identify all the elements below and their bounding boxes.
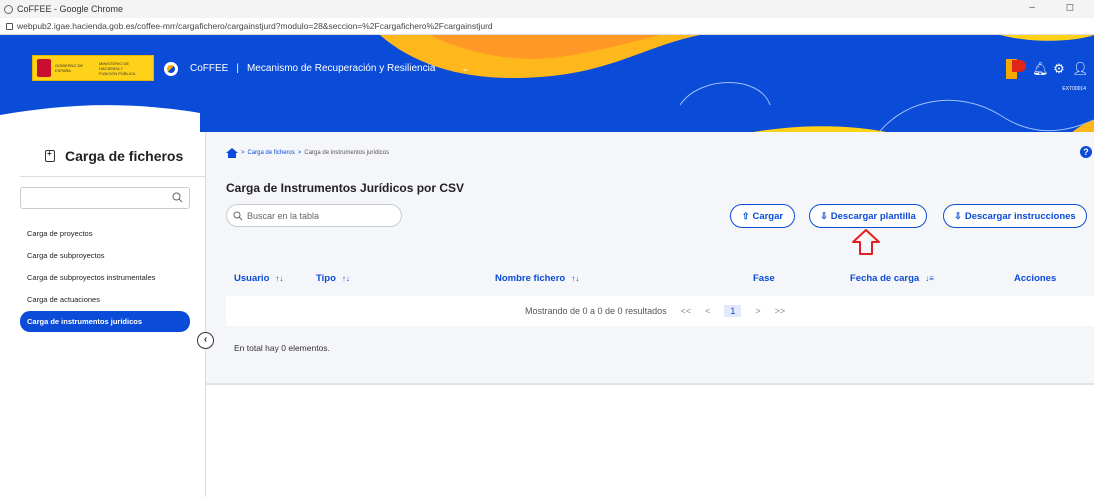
file-upload-icon (45, 149, 55, 162)
user-code: EXT00014 (1062, 86, 1086, 92)
home-icon[interactable] (226, 148, 238, 158)
download-template-label: Descargar plantilla (830, 210, 916, 222)
url-text[interactable]: webpub2.igae.hacienda.gob.es/coffee-mrr/… (17, 21, 493, 31)
coat-of-arms-icon (37, 59, 51, 77)
annotation-arrow-up-icon (852, 229, 880, 255)
breadcrumb-level1[interactable]: Carga de ficheros (248, 150, 295, 156)
paginator: Mostrando de 0 a 0 de 0 resultados << < … (525, 305, 785, 317)
app-header: GOBIERNO DE ESPAÑA MINISTERIO DE HACIEND… (0, 35, 1094, 145)
sidebar-title-text: Carga de ficheros (65, 148, 184, 164)
sort-icon[interactable]: ↑↓ (275, 274, 283, 283)
pagination-row: Mostrando de 0 a 0 de 0 resultados << < … (226, 296, 1094, 326)
sidebar-divider (20, 176, 205, 177)
browser-titlebar: CoFFEE - Google Chrome – ◻ (0, 0, 1094, 18)
sidebar-item-instrumentos-juridicos[interactable]: Carga de instrumentos jurídicos (20, 311, 190, 332)
total-elements: En total hay 0 elementos. (234, 343, 330, 353)
sidebar-item-actuaciones[interactable]: Carga de actuaciones (20, 289, 190, 310)
table-header: Usuario ↑↓ Tipo ↑↓ Nombre fichero ↑↓ Fase F… (226, 262, 1094, 296)
lock-icon (6, 22, 13, 30)
sidebar: Carga de ficheros Carga de proyectos Car… (0, 132, 206, 497)
prev-page-button[interactable]: < (705, 306, 710, 316)
user-icon[interactable]: 👤︎ (1072, 62, 1089, 76)
bell-icon[interactable]: 🔔︎ (1032, 62, 1049, 76)
coffee-logo-icon (164, 62, 178, 76)
sidebar-item-subproyectos[interactable]: Carga de subproyectos (20, 245, 190, 266)
window-controls[interactable]: – ◻ (1029, 2, 1088, 13)
window-title: CoFFEE - Google Chrome (17, 4, 124, 14)
gear-icon[interactable]: ⚙ (1052, 62, 1066, 76)
table-search-input[interactable]: Buscar en la tabla (226, 204, 402, 227)
address-bar[interactable]: webpub2.igae.hacienda.gob.es/coffee-mrr/… (0, 18, 1094, 35)
sidebar-title: Carga de ficheros (45, 148, 183, 164)
sidebar-menu: Carga de proyectos Carga de subproyectos… (20, 223, 190, 333)
upload-icon: ⇧ (741, 210, 750, 221)
download-icon: ⇩ (820, 210, 828, 221)
module-name[interactable]: Mecanismo de Recuperación y Resiliencia (247, 63, 435, 74)
download-instructions-button[interactable]: ⇩ Descargar instrucciones (943, 204, 1087, 228)
prtr-logo-icon (1006, 59, 1026, 79)
content-divider (206, 383, 1094, 385)
sort-desc-icon[interactable]: ↓≡ (925, 274, 934, 283)
upload-button-label: Cargar (752, 210, 784, 222)
table-footer: En total hay 0 elementos. (226, 326, 1094, 364)
column-fase[interactable]: Fase (753, 273, 775, 284)
first-page-button[interactable]: << (681, 306, 692, 316)
main-content: > Carga de ficheros > Carga de instrumen… (206, 132, 1094, 497)
table-search-placeholder: Buscar en la tabla (247, 210, 320, 221)
header-actions: 🔔︎ ⚙ 👤︎ (1006, 59, 1089, 79)
government-logo: GOBIERNO DE ESPAÑA MINISTERIO DE HACIEND… (32, 55, 154, 81)
help-icon[interactable]: ? (1080, 146, 1092, 158)
chrome-icon (4, 4, 13, 14)
app-title: CoFFEE | Mecanismo de Recuperación y Res… (190, 63, 469, 74)
sort-icon[interactable]: ↑↓ (342, 274, 350, 283)
column-fecha-carga[interactable]: Fecha de carga ↓≡ (850, 273, 934, 284)
last-page-button[interactable]: >> (775, 306, 786, 316)
breadcrumb: > Carga de ficheros > Carga de instrumen… (226, 148, 389, 158)
download-template-button[interactable]: ⇩ Descargar plantilla (809, 204, 927, 228)
sidebar-item-subproyectos-instrumentales[interactable]: Carga de subproyectos instrumentales (20, 267, 190, 288)
sidebar-item-proyectos[interactable]: Carga de proyectos (20, 223, 190, 244)
pagination-summary: Mostrando de 0 a 0 de 0 resultados (525, 306, 667, 316)
breadcrumb-separator: > (241, 150, 245, 156)
upload-button[interactable]: ⇧ Cargar (730, 204, 795, 228)
breadcrumb-current: Carga de instrumentos jurídicos (304, 150, 390, 156)
title-separator: | (236, 63, 239, 74)
gov-logo-text: GOBIERNO DE ESPAÑA (55, 63, 84, 73)
column-nombre-fichero[interactable]: Nombre fichero ↑↓ (495, 273, 579, 284)
column-tipo[interactable]: Tipo ↑↓ (316, 273, 350, 284)
page-1-button[interactable]: 1 (724, 305, 742, 317)
chevron-down-icon[interactable]: ⌄ (461, 63, 469, 74)
app-name: CoFFEE (190, 63, 229, 74)
search-icon (172, 192, 183, 203)
sidebar-search-input[interactable] (20, 187, 190, 209)
search-icon (233, 211, 243, 220)
column-usuario[interactable]: Usuario ↑↓ (234, 273, 283, 284)
ministry-logo-text: MINISTERIO DE HACIENDA Y FUNCIÓN PÚBLICA (99, 60, 136, 76)
collapse-sidebar-button[interactable]: ‹ (197, 332, 214, 349)
page-title: Carga de Instrumentos Jurídicos por CSV (226, 181, 465, 195)
next-page-button[interactable]: > (755, 306, 760, 316)
column-acciones: Acciones (1014, 273, 1057, 284)
download-instructions-label: Descargar instrucciones (964, 210, 1076, 222)
breadcrumb-separator: > (297, 150, 302, 156)
download-icon: ⇩ (954, 210, 962, 221)
header-decoration (0, 35, 1094, 145)
sort-icon[interactable]: ↑↓ (571, 274, 579, 283)
